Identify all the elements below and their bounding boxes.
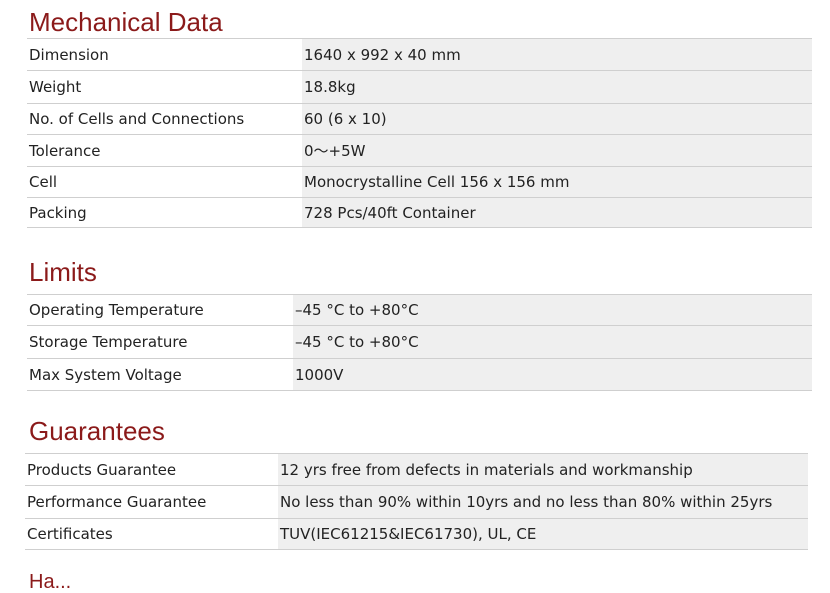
- row-value: –45 °C to +80°C: [293, 325, 812, 359]
- row-value: 1000V: [293, 358, 812, 391]
- row-label: Tolerance: [27, 134, 302, 167]
- table-row: Storage Temperature –45 °C to +80°C: [27, 325, 812, 359]
- row-label: Packing: [27, 197, 302, 228]
- table-row: Dimension 1640 x 992 x 40 mm: [27, 38, 812, 71]
- row-value: 1640 x 992 x 40 mm: [302, 38, 812, 71]
- table-row: Tolerance 0～+5W: [27, 134, 812, 167]
- table-row: Cell Monocrystalline Cell 156 x 156 mm: [27, 166, 812, 198]
- row-value: No less than 90% within 10yrs and no les…: [278, 485, 808, 519]
- limits-table: Operating Temperature –45 °C to +80°C St…: [27, 294, 812, 391]
- mechanical-data-title: Mechanical Data: [29, 7, 223, 37]
- row-value: 60 (6 x 10): [302, 103, 812, 135]
- guarantees-table: Products Guarantee 12 yrs free from defe…: [25, 453, 808, 550]
- row-label: No. of Cells and Connections: [27, 103, 302, 135]
- table-row: Max System Voltage 1000V: [27, 358, 812, 391]
- row-label: Certificates: [25, 518, 278, 550]
- row-label: Max System Voltage: [27, 358, 293, 391]
- row-value: Monocrystalline Cell 156 x 156 mm: [302, 166, 812, 198]
- row-label: Cell: [27, 166, 302, 198]
- table-row: Products Guarantee 12 yrs free from defe…: [25, 453, 808, 486]
- limits-title: Limits: [29, 257, 97, 287]
- row-label: Weight: [27, 70, 302, 104]
- row-value: 18.8kg: [302, 70, 812, 104]
- table-row: Packing 728 Pcs/40ft Container: [27, 197, 812, 228]
- row-value: 728 Pcs/40ft Container: [302, 197, 812, 228]
- row-value: –45 °C to +80°C: [293, 294, 812, 326]
- table-row: No. of Cells and Connections 60 (6 x 10): [27, 103, 812, 135]
- row-label: Dimension: [27, 38, 302, 71]
- table-row: Weight 18.8kg: [27, 70, 812, 104]
- row-value: 0～+5W: [302, 134, 812, 167]
- row-label: Operating Temperature: [27, 294, 293, 326]
- table-row: Operating Temperature –45 °C to +80°C: [27, 294, 812, 326]
- guarantees-title: Guarantees: [29, 416, 165, 446]
- row-label: Performance Guarantee: [25, 485, 278, 519]
- next-section-title-partial: Ha...: [29, 571, 72, 593]
- mechanical-data-table: Dimension 1640 x 992 x 40 mm Weight 18.8…: [27, 38, 812, 228]
- row-value: TUV(IEC61215&IEC61730), UL, CE: [278, 518, 808, 550]
- table-row: Performance Guarantee No less than 90% w…: [25, 485, 808, 519]
- table-row: Certificates TUV(IEC61215&IEC61730), UL,…: [25, 518, 808, 550]
- row-value: 12 yrs free from defects in materials an…: [278, 453, 808, 486]
- row-label: Storage Temperature: [27, 325, 293, 359]
- row-label: Products Guarantee: [25, 453, 278, 486]
